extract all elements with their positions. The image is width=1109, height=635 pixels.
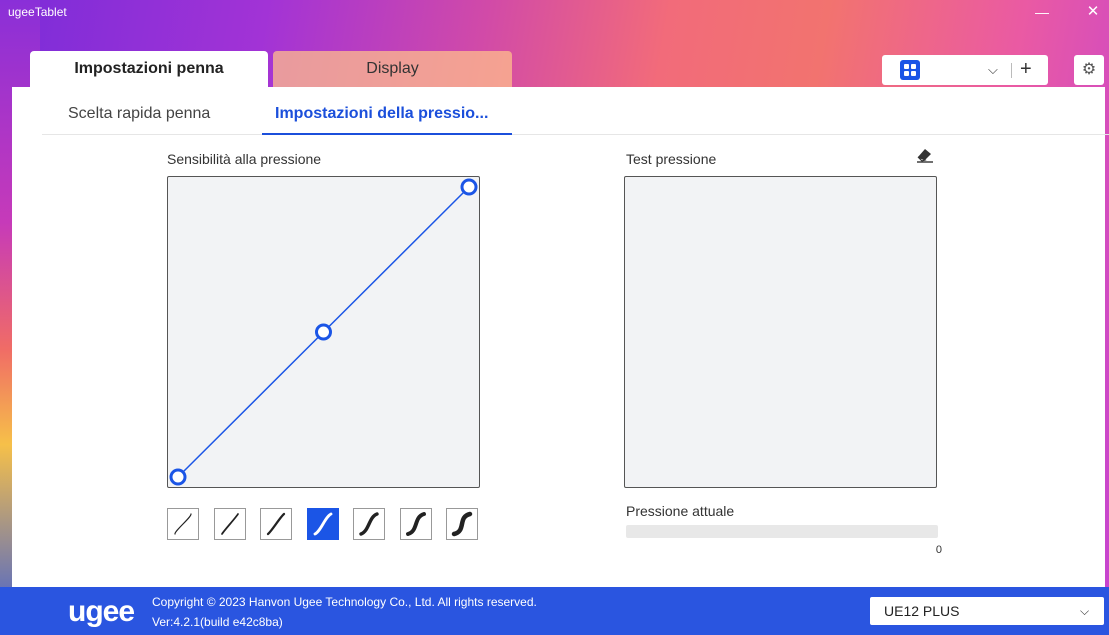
chevron-down-icon[interactable]: ⌵ [1080, 601, 1089, 621]
version-text: Ver:4.2.1(build e42c8ba) [152, 615, 283, 629]
add-profile-button[interactable]: + [1020, 57, 1032, 81]
brand-logo: ugee [68, 595, 135, 628]
curve-preset-icon [266, 512, 286, 536]
pressure-test-area[interactable] [624, 176, 937, 488]
current-pressure-label: Pressione attuale [626, 503, 735, 519]
curve-control-point[interactable] [315, 323, 332, 341]
curve-preset-button[interactable] [353, 508, 385, 540]
tab-pen-settings[interactable]: Impostazioni penna [30, 51, 268, 87]
copyright-text: Copyright © 2023 Hanvon Ugee Technology … [152, 595, 537, 609]
current-pressure-value: 0 [935, 544, 942, 556]
pressure-curve-graph[interactable] [168, 177, 479, 487]
pressure-curve-editor[interactable] [167, 176, 480, 488]
tab-display[interactable]: Display [273, 51, 512, 87]
pressure-sensitivity-label: Sensibilità alla pressione [167, 151, 322, 167]
curve-preset-button[interactable] [167, 508, 199, 540]
app-profile-selector[interactable]: ⌵ + [882, 55, 1048, 85]
app-grid-icon[interactable] [900, 60, 920, 80]
main-panel: Scelta rapida penna Impostazioni della p… [12, 87, 1109, 587]
curve-preset-icon [174, 513, 192, 535]
curve-control-point[interactable] [169, 468, 187, 486]
minimize-icon[interactable]: — [1032, 2, 1052, 22]
title-bar: ugeeTablet — ✕ [0, 0, 1109, 26]
current-pressure-bar [626, 525, 938, 538]
device-select[interactable]: UE12 PLUS ⌵ [870, 597, 1104, 625]
eraser-icon[interactable] [914, 146, 936, 164]
close-icon[interactable]: ✕ [1083, 2, 1103, 22]
curve-preset-icon [220, 513, 239, 535]
curve-preset-button[interactable] [399, 508, 432, 540]
tab-pen-shortcuts[interactable]: Scelta rapida penna [68, 105, 210, 123]
curve-preset-button[interactable] [306, 508, 339, 540]
curve-preset-icon [359, 512, 379, 536]
curve-preset-button[interactable] [260, 508, 292, 540]
curve-preset-icon [451, 511, 473, 537]
divider [1011, 63, 1012, 78]
tab-pressure-settings[interactable]: Impostazioni della pressio... [275, 105, 488, 123]
curve-preset-icon [313, 512, 332, 536]
curve-control-point[interactable] [460, 178, 478, 196]
device-name: UE12 PLUS [884, 603, 960, 619]
chevron-down-icon[interactable]: ⌵ [988, 59, 998, 81]
curve-preset-icon [405, 512, 426, 536]
window-title: ugeeTablet [8, 5, 67, 19]
footer: ugee Copyright © 2023 Hanvon Ugee Techno… [0, 587, 1109, 635]
pressure-test-label: Test pressione [626, 151, 717, 167]
gear-icon[interactable]: ⚙ [1074, 55, 1104, 85]
active-tab-indicator [262, 133, 512, 135]
curve-preset-button[interactable] [213, 508, 246, 540]
curve-preset-button[interactable] [446, 508, 478, 540]
